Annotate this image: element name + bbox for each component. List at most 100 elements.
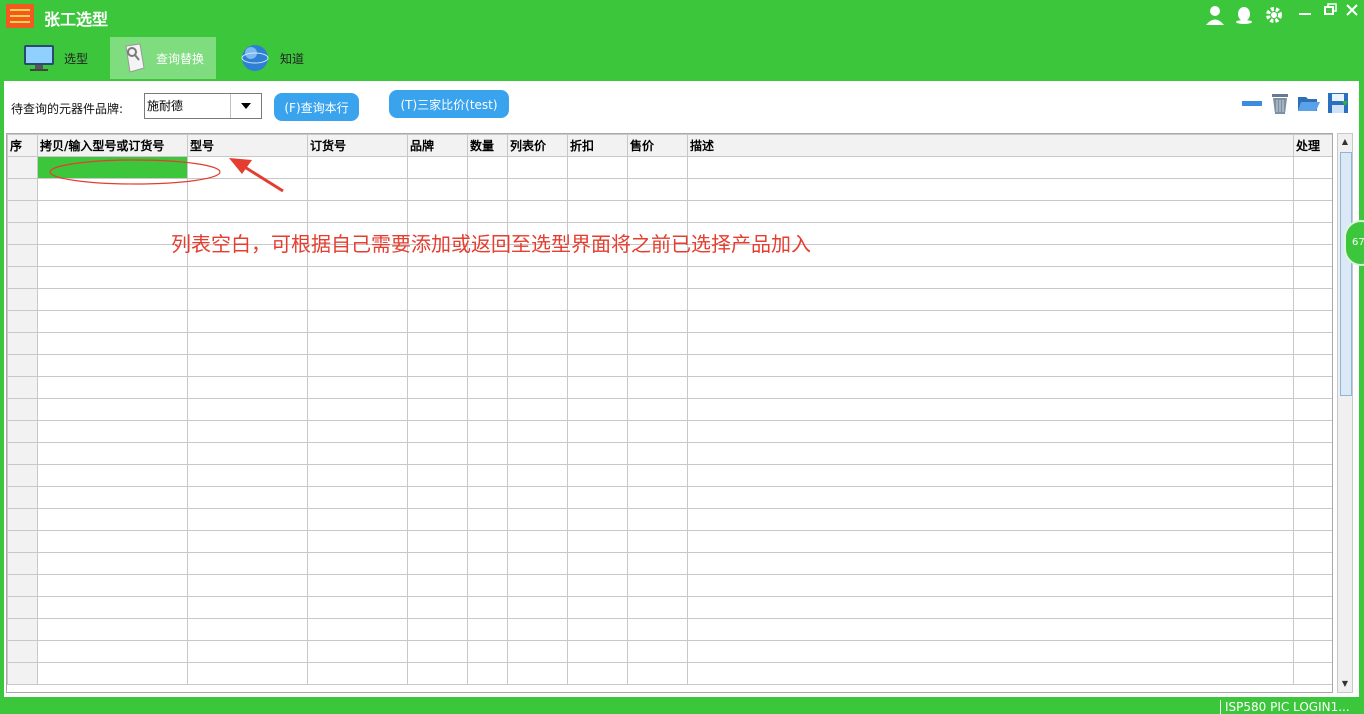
table-cell[interactable] [687,266,1294,289]
table-row[interactable] [7,574,1332,597]
scrollbar-thumb[interactable] [1340,152,1352,396]
table-cell[interactable] [307,398,408,421]
table-cell[interactable] [187,420,308,443]
table-cell[interactable] [307,178,408,201]
row-header-cell[interactable] [7,310,38,333]
table-cell[interactable] [627,486,688,509]
table-cell[interactable] [1293,332,1332,355]
row-header-cell[interactable] [7,618,38,641]
table-cell[interactable] [627,266,688,289]
table-cell[interactable] [187,178,308,201]
row-header-cell[interactable] [7,662,38,685]
table-cell[interactable] [1293,200,1332,223]
table-cell[interactable] [1293,640,1332,663]
vertical-scrollbar[interactable]: ▲ ▼ [1337,133,1353,693]
table-cell[interactable] [627,464,688,487]
table-cell[interactable] [627,310,688,333]
table-cell[interactable] [687,288,1294,311]
table-cell[interactable] [687,574,1294,597]
table-cell[interactable] [307,420,408,443]
table-cell[interactable] [687,530,1294,553]
row-header-cell[interactable] [7,288,38,311]
table-cell[interactable] [507,310,568,333]
table-cell[interactable] [467,354,508,377]
table-cell[interactable] [307,596,408,619]
table-cell[interactable] [467,200,508,223]
brand-select[interactable]: 施耐德 [144,93,262,119]
table-cell[interactable] [307,442,408,465]
table-cell[interactable] [507,464,568,487]
table-cell[interactable] [567,420,628,443]
table-cell[interactable] [467,464,508,487]
row-header-cell[interactable] [7,244,38,267]
table-cell[interactable] [567,464,628,487]
table-cell[interactable] [187,508,308,531]
row-header-cell[interactable] [7,332,38,355]
compare-price-button[interactable]: (T)三家比价(test) [389,90,509,118]
table-cell[interactable] [407,178,468,201]
table-cell[interactable] [37,530,188,553]
table-cell[interactable] [1293,442,1332,465]
row-header-cell[interactable] [7,552,38,575]
table-cell[interactable] [1293,178,1332,201]
table-cell[interactable] [567,662,628,685]
table-cell[interactable] [1293,618,1332,641]
table-cell[interactable] [307,200,408,223]
table-cell[interactable] [467,310,508,333]
table-cell[interactable] [187,442,308,465]
table-row[interactable] [7,618,1332,641]
table-cell[interactable] [507,442,568,465]
table-row[interactable] [7,662,1332,685]
table-cell[interactable] [507,508,568,531]
tab-selection[interactable]: 选型 [22,37,106,79]
table-cell[interactable] [507,530,568,553]
row-header-cell[interactable] [7,354,38,377]
table-cell[interactable] [627,442,688,465]
side-badge[interactable]: 67 [1344,220,1364,266]
table-cell[interactable] [507,332,568,355]
table-cell[interactable] [407,640,468,663]
table-cell[interactable] [1293,552,1332,575]
table-cell[interactable] [407,332,468,355]
table-row[interactable] [7,178,1332,201]
delete-icon[interactable] [1268,91,1292,115]
table-cell[interactable] [467,618,508,641]
table-cell[interactable] [567,200,628,223]
table-cell[interactable] [37,574,188,597]
table-cell[interactable] [627,662,688,685]
table-cell[interactable] [507,596,568,619]
table-cell[interactable] [567,156,628,179]
table-cell[interactable] [187,200,308,223]
table-cell[interactable] [407,618,468,641]
table-cell[interactable] [307,574,408,597]
table-cell[interactable] [507,398,568,421]
table-cell[interactable] [507,266,568,289]
table-cell[interactable] [567,596,628,619]
tab-query-replace[interactable]: 查询替换 [110,37,216,79]
table-cell[interactable] [1293,354,1332,377]
table-cell[interactable] [627,618,688,641]
row-header-cell[interactable] [7,640,38,663]
row-header-cell[interactable] [7,574,38,597]
table-cell[interactable] [467,376,508,399]
table-cell[interactable] [627,376,688,399]
table-cell[interactable] [467,266,508,289]
table-cell[interactable] [627,574,688,597]
table-cell[interactable] [567,530,628,553]
row-header-cell[interactable] [7,200,38,223]
table-cell[interactable] [187,288,308,311]
table-row[interactable] [7,398,1332,421]
minimize-icon[interactable] [1295,2,1315,22]
table-row[interactable] [7,640,1332,663]
table-cell[interactable] [37,596,188,619]
table-cell[interactable] [307,156,408,179]
table-cell[interactable] [507,178,568,201]
table-cell[interactable] [307,376,408,399]
table-cell[interactable] [687,442,1294,465]
table-cell[interactable] [1293,156,1332,179]
row-header-cell[interactable] [7,266,38,289]
table-cell[interactable] [507,486,568,509]
table-cell[interactable] [1293,574,1332,597]
table-cell[interactable] [687,376,1294,399]
table-cell[interactable] [307,662,408,685]
